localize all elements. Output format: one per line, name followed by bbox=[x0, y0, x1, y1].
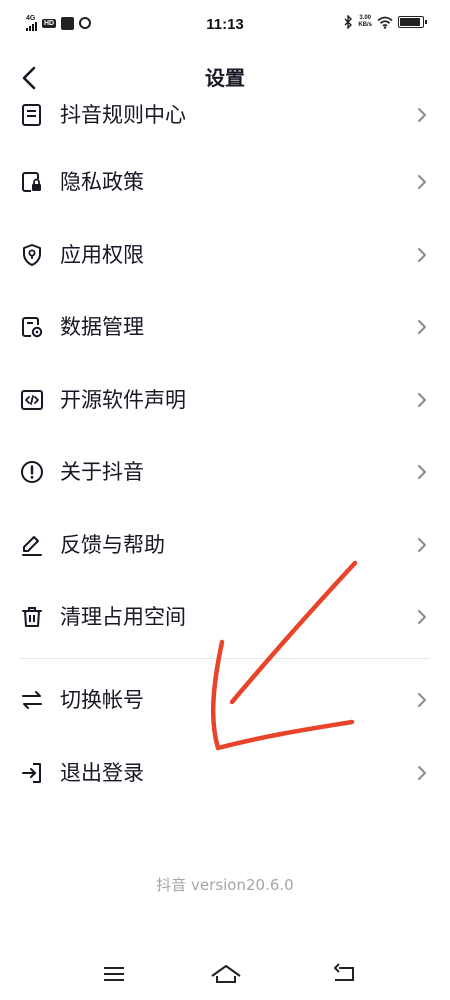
section-divider bbox=[20, 658, 430, 659]
chevron-right-icon bbox=[418, 175, 426, 189]
menu-item-logout[interactable]: 退出登录 bbox=[0, 737, 450, 809]
network-speed-value: 3.00 bbox=[359, 15, 371, 21]
home-icon bbox=[211, 965, 241, 983]
menu-item-open-source[interactable]: 开源软件声明 bbox=[0, 364, 450, 436]
chevron-right-icon bbox=[418, 766, 426, 780]
trash-icon bbox=[22, 607, 42, 627]
menu-item-label: 数据管理 bbox=[60, 315, 144, 339]
menu-item-about[interactable]: 关于抖音 bbox=[0, 436, 450, 508]
menu-item-label: 抖音规则中心 bbox=[60, 103, 186, 127]
hamburger-icon bbox=[104, 967, 124, 981]
menu-item-label: 开源软件声明 bbox=[60, 388, 186, 412]
back-nav-button[interactable] bbox=[331, 962, 357, 986]
code-icon bbox=[21, 390, 43, 410]
version-text: 抖音 version20.6.0 bbox=[156, 876, 294, 894]
menu-item-feedback-help[interactable]: 反馈与帮助 bbox=[0, 509, 450, 581]
status-bar: 4G HD 11:13 3.00 KB/s bbox=[0, 0, 450, 52]
menu-item-switch-account[interactable]: 切换帐号 bbox=[0, 664, 450, 736]
chevron-right-icon bbox=[418, 610, 426, 624]
menu-item-rules-center[interactable]: 抖音规则中心 bbox=[0, 82, 450, 151]
menu-item-label: 应用权限 bbox=[60, 243, 144, 267]
menu-item-label: 关于抖音 bbox=[60, 460, 144, 484]
info-circle-icon bbox=[21, 461, 43, 483]
menu-item-privacy-policy[interactable]: 隐私政策 bbox=[0, 146, 450, 218]
switch-arrows-icon bbox=[22, 691, 42, 709]
chevron-right-icon bbox=[418, 693, 426, 707]
wifi-icon bbox=[377, 16, 393, 29]
settings-list: 抖音规则中心 隐私政策 应用权限 数据管理 开源软件声明 关于抖音 反馈与帮助 … bbox=[0, 82, 450, 862]
menu-item-label: 反馈与帮助 bbox=[60, 533, 165, 557]
menu-item-data-management[interactable]: 数据管理 bbox=[0, 291, 450, 363]
bluetooth-icon bbox=[344, 15, 353, 29]
chevron-right-icon bbox=[418, 320, 426, 334]
status-right-icons: 3.00 KB/s bbox=[343, 15, 427, 29]
chevron-right-icon bbox=[418, 248, 426, 262]
battery-icon bbox=[398, 16, 427, 28]
network-speed: 3.00 KB/s bbox=[358, 15, 372, 29]
return-icon bbox=[334, 963, 354, 981]
network-speed-unit: KB/s bbox=[358, 22, 372, 28]
chevron-right-icon bbox=[418, 465, 426, 479]
lock-file-icon bbox=[22, 172, 41, 192]
menu-item-label: 清理占用空间 bbox=[60, 605, 186, 629]
menu-item-label: 退出登录 bbox=[60, 761, 144, 785]
chevron-right-icon bbox=[418, 108, 426, 122]
document-list-icon bbox=[22, 104, 41, 126]
logout-icon bbox=[22, 763, 41, 783]
chevron-right-icon bbox=[418, 538, 426, 552]
menu-item-clear-storage[interactable]: 清理占用空间 bbox=[0, 581, 450, 653]
chevron-right-icon bbox=[418, 393, 426, 407]
menu-nav-button[interactable] bbox=[101, 962, 127, 986]
system-nav-bar bbox=[0, 950, 450, 1000]
menu-item-label: 切换帐号 bbox=[60, 688, 144, 712]
pencil-icon bbox=[22, 536, 42, 556]
menu-item-label: 隐私政策 bbox=[60, 170, 144, 194]
menu-item-app-permissions[interactable]: 应用权限 bbox=[0, 219, 450, 291]
home-nav-button[interactable] bbox=[210, 962, 242, 986]
data-file-gear-icon bbox=[22, 317, 43, 338]
shield-icon bbox=[23, 244, 41, 266]
